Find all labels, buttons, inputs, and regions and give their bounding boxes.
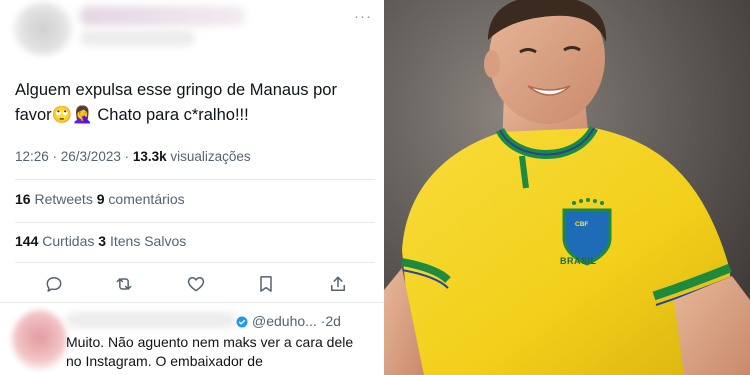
author-handle-blurred — [80, 30, 195, 46]
tweet-text-line2-b: Chato para c*ralho!!! — [92, 106, 249, 124]
tweet-author-row: ··· — [0, 0, 384, 60]
tweet-time[interactable]: 12:26 · 26/3/2023 · — [15, 149, 133, 164]
divider — [15, 179, 375, 180]
reply-avatar-blurred[interactable] — [12, 310, 67, 370]
retweet-icon — [116, 278, 132, 290]
tweet-text-line1: Alguem expulsa esse gringo de Manaus por — [15, 81, 337, 99]
author-avatar-blurred[interactable] — [12, 2, 74, 56]
retweet-button[interactable] — [112, 272, 136, 296]
retweet-comment-stats: 16 Retweets 9 comentários — [15, 191, 185, 207]
divider — [0, 302, 384, 303]
reply-icon — [46, 277, 62, 292]
bookmark-button[interactable] — [254, 272, 278, 296]
tweet-emojis: 🙄🤦‍♀️ — [51, 106, 93, 124]
tweet-panel: ··· Alguem expulsa esse gringo de Manaus… — [0, 0, 384, 375]
photo-illustration — [384, 0, 750, 375]
author-name-blurred[interactable] — [80, 6, 245, 26]
share-button[interactable] — [326, 272, 350, 296]
reply-handle[interactable]: @eduho... ·2d — [252, 313, 341, 329]
divider — [15, 222, 375, 223]
reply-tweet[interactable]: @eduho... ·2d Muito. Não aguento nem mak… — [0, 306, 384, 375]
views-count: 13.3k — [132, 149, 167, 164]
retweets-stat[interactable]: 16 Retweets — [15, 191, 97, 207]
heart-icon — [187, 277, 205, 292]
comments-stat[interactable]: 9 comentários — [97, 191, 185, 207]
reply-button[interactable] — [42, 272, 66, 296]
reply-text: Muito. Não aguento nem maks ver a cara d… — [66, 334, 354, 369]
tweet-text-line2-a: favor — [15, 106, 52, 124]
likes-saves-stats: 144 Curtidas 3 Itens Salvos — [15, 233, 186, 249]
tweet-actions — [0, 268, 384, 300]
bookmark-icon — [260, 276, 272, 292]
like-button[interactable] — [184, 272, 208, 296]
tweet-meta: 12:26 · 26/3/2023 · 13.3k visualizações — [15, 149, 251, 164]
saves-stat[interactable]: 3 Itens Salvos — [98, 233, 186, 249]
photo-man-in-brazil-jersey: CBF BRASIL — [384, 0, 750, 375]
brasil-shirt-text: BRASIL — [560, 256, 597, 266]
cbf-crest-text: CBF — [575, 221, 589, 228]
views-label: visualizações — [166, 149, 251, 164]
divider — [15, 262, 375, 263]
likes-stat[interactable]: 144 Curtidas — [15, 233, 98, 249]
more-options-icon[interactable]: ··· — [354, 8, 372, 25]
tweet-text: Alguem expulsa esse gringo de Manaus por… — [15, 78, 375, 128]
verified-badge-icon — [236, 316, 248, 328]
share-icon — [331, 276, 345, 291]
reply-name-blurred[interactable] — [66, 312, 236, 328]
